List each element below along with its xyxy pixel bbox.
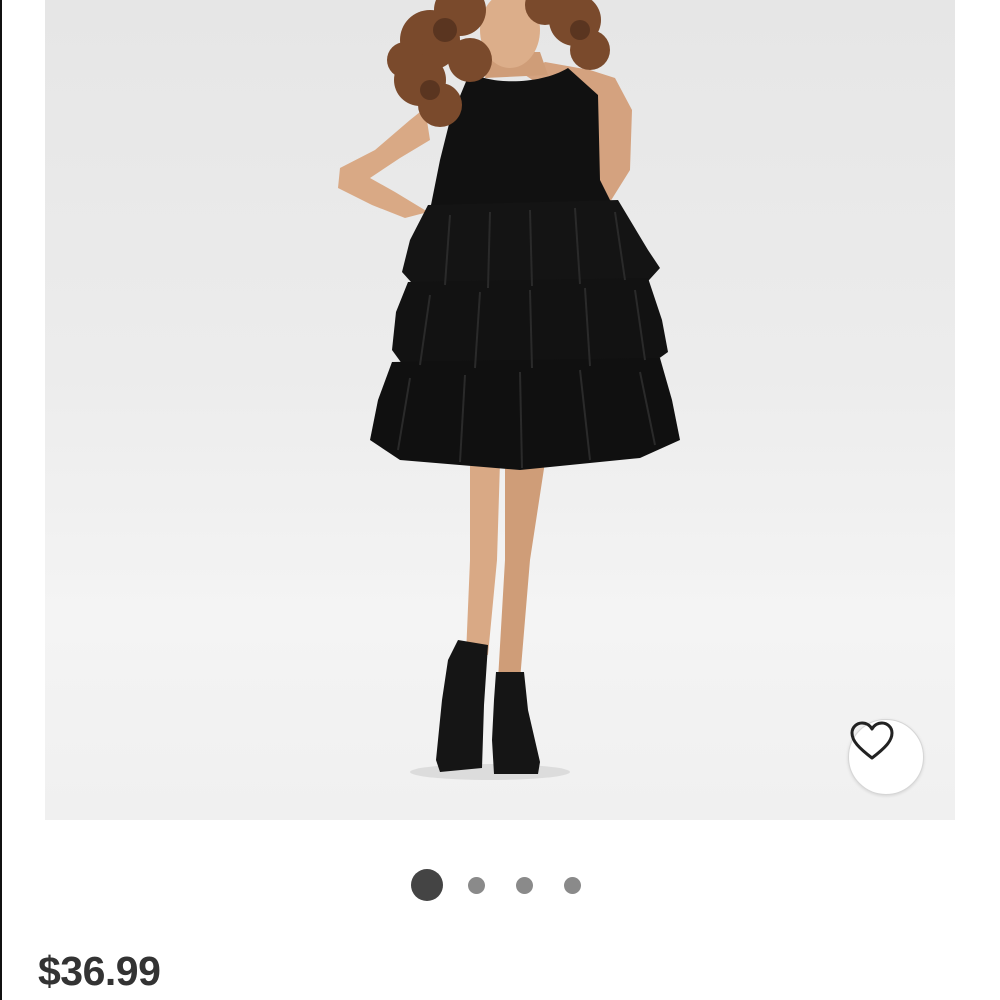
product-page: $36.99 — [0, 0, 1000, 1000]
dress-tier-3 — [370, 358, 680, 470]
left-leg — [466, 462, 500, 655]
carousel-dot-1[interactable] — [411, 869, 443, 901]
dress-bodice — [430, 68, 615, 210]
dress-photo — [338, 0, 680, 780]
product-price: $36.99 — [38, 948, 161, 994]
heart-outline-icon — [850, 721, 894, 760]
right-boot — [492, 672, 540, 774]
carousel-dot-3[interactable] — [516, 877, 533, 894]
floor-shadow — [410, 764, 570, 780]
carousel-dot-2[interactable] — [468, 877, 485, 894]
left-boot — [436, 640, 488, 772]
favorite-button[interactable] — [848, 719, 924, 795]
product-image[interactable] — [45, 0, 955, 820]
right-leg — [498, 462, 545, 680]
left-arm — [338, 108, 430, 218]
image-carousel-indicator — [0, 868, 1000, 902]
carousel-dot-4[interactable] — [564, 877, 581, 894]
window-edge — [0, 0, 2, 1000]
